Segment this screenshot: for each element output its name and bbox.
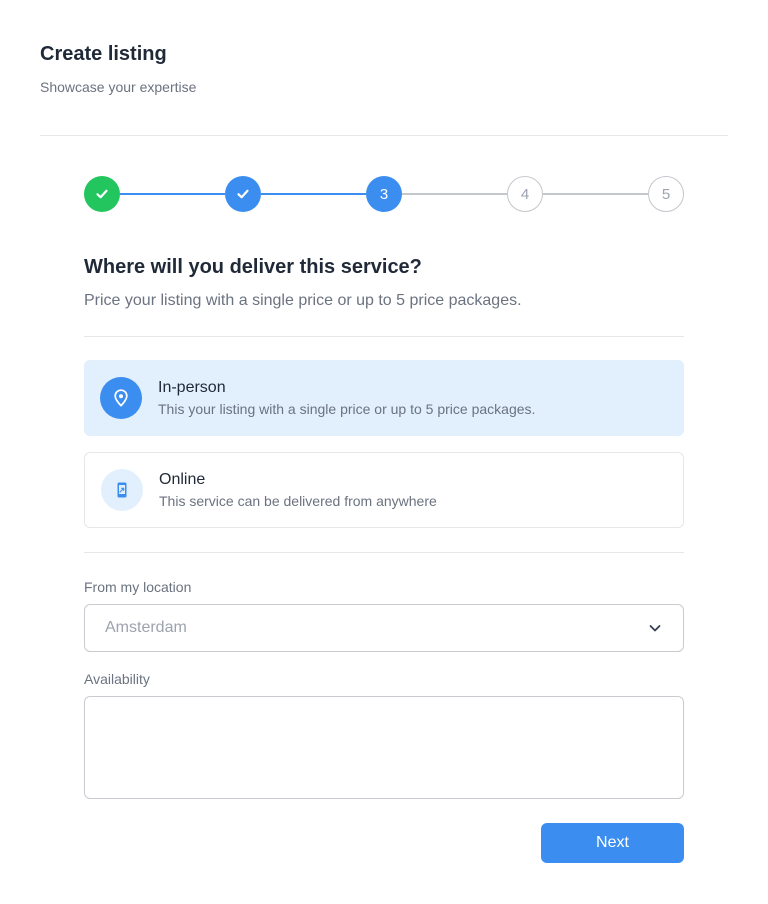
step-5[interactable]: 5 xyxy=(648,176,684,212)
create-listing-page: Create listing Showcase your expertise 3… xyxy=(0,0,768,904)
next-button[interactable]: Next xyxy=(541,823,684,863)
step-question-description: Price your listing with a single price o… xyxy=(84,292,522,309)
step-2-complete[interactable] xyxy=(225,176,261,212)
stepper-connector-1 xyxy=(120,193,225,195)
chevron-down-icon xyxy=(649,625,661,632)
page-subtitle: Showcase your expertise xyxy=(40,79,197,95)
step-4[interactable]: 4 xyxy=(507,176,543,212)
step-1-complete[interactable] xyxy=(84,176,120,212)
option-text: In-person This your listing with a singl… xyxy=(158,378,535,418)
section-divider xyxy=(84,552,684,553)
checkmark-icon xyxy=(96,189,108,199)
stepper-connector-3 xyxy=(402,193,507,195)
location-label: From my location xyxy=(84,579,192,595)
option-description: This service can be delivered from anywh… xyxy=(159,493,437,509)
page-title: Create listing xyxy=(40,43,167,65)
step-3-current[interactable]: 3 xyxy=(366,176,402,212)
progress-stepper: 3 4 5 xyxy=(84,176,684,212)
delivery-option-online[interactable]: Online This service can be delivered fro… xyxy=(84,452,684,528)
option-title: Online xyxy=(159,471,206,488)
option-title: In-person xyxy=(158,379,226,396)
section-divider xyxy=(84,336,684,337)
delivery-option-in-person[interactable]: In-person This your listing with a singl… xyxy=(84,360,684,436)
option-text: Online This service can be delivered fro… xyxy=(159,470,437,510)
mobile-phone-icon xyxy=(101,469,143,511)
option-description: This your listing with a single price or… xyxy=(158,401,536,417)
header-divider xyxy=(40,135,728,136)
page-header: Create listing Showcase your expertise xyxy=(40,42,196,95)
availability-label: Availability xyxy=(84,671,150,687)
stepper-connector-4 xyxy=(543,193,648,195)
location-select[interactable]: Amsterdam xyxy=(84,604,684,652)
location-select-value: Amsterdam xyxy=(105,619,187,636)
availability-textarea[interactable] xyxy=(84,696,684,799)
checkmark-icon xyxy=(237,189,249,199)
step-question-title: Where will you deliver this service? xyxy=(84,256,422,278)
location-pin-icon xyxy=(100,377,142,419)
stepper-connector-2 xyxy=(261,193,366,195)
